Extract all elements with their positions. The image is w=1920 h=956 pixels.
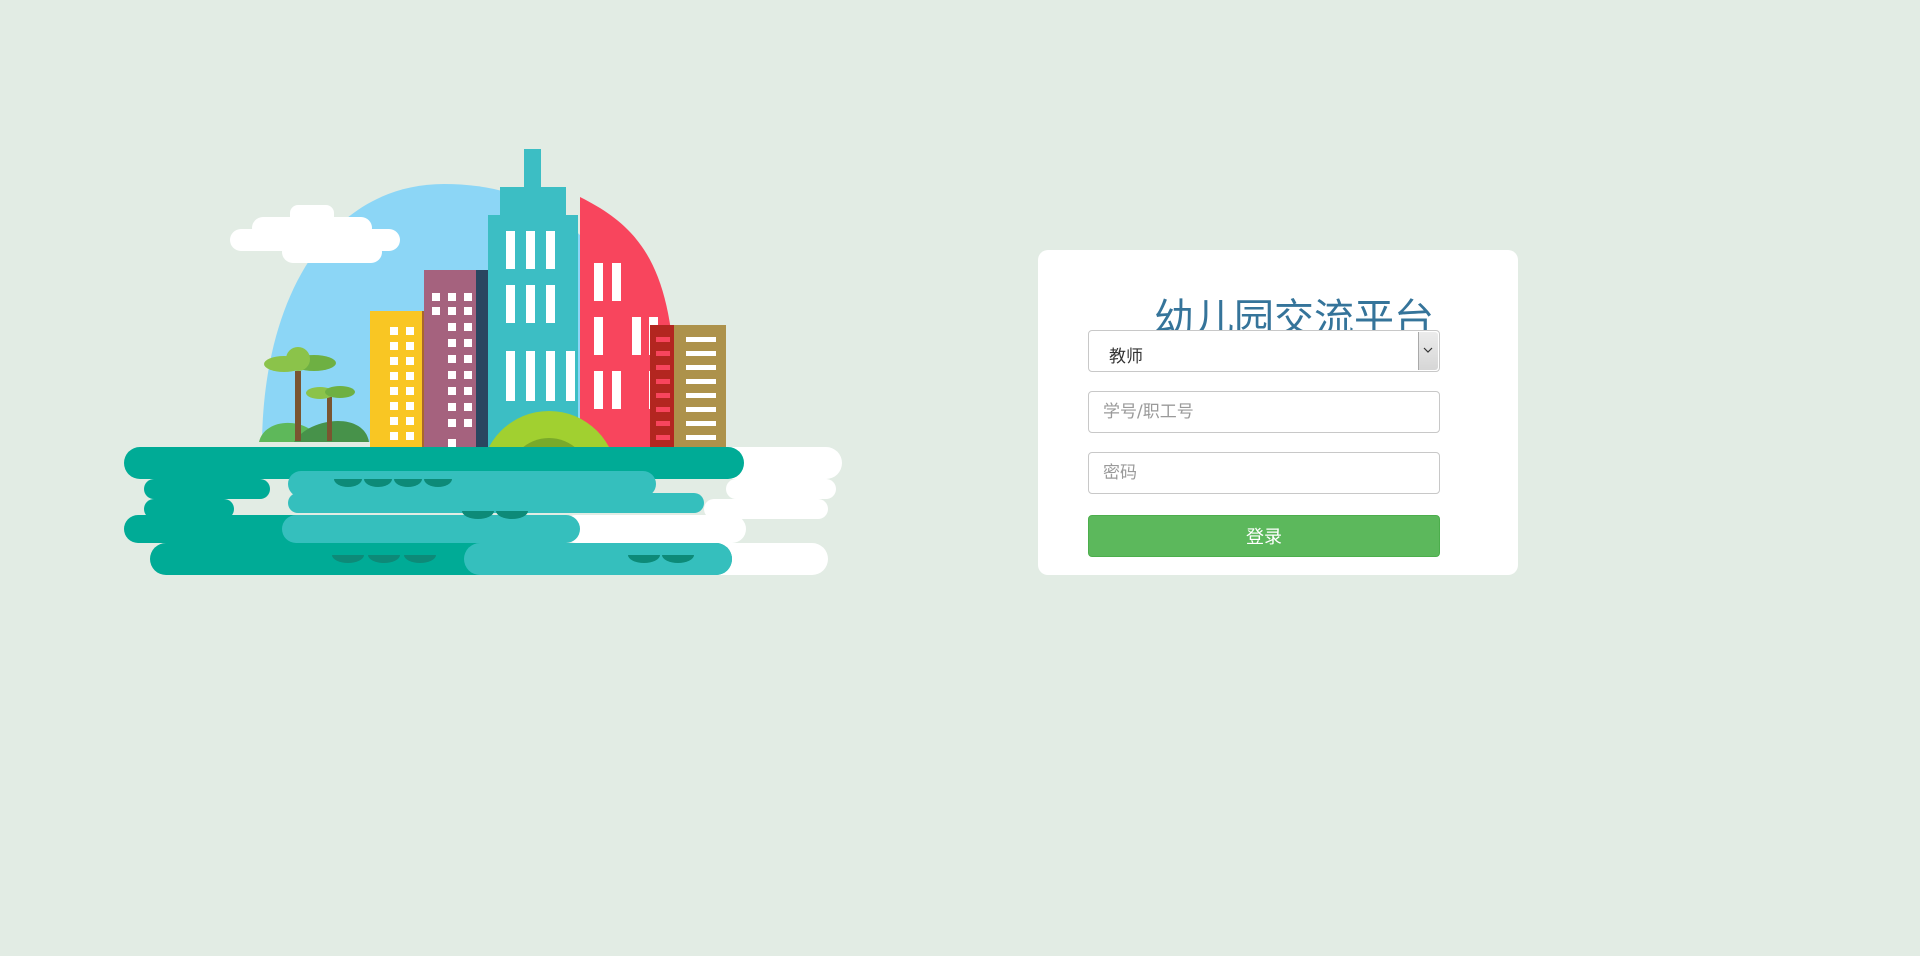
password-input[interactable] <box>1088 452 1440 494</box>
city-illustration <box>124 149 842 575</box>
login-card: 幼儿园交流平台 教师 登录 <box>1038 250 1518 575</box>
role-select-value: 教师 <box>1109 347 1143 367</box>
student-id-input[interactable] <box>1088 391 1440 433</box>
role-select[interactable]: 教师 <box>1088 330 1440 372</box>
chevron-down-icon[interactable] <box>1418 332 1438 370</box>
login-button[interactable]: 登录 <box>1088 515 1440 557</box>
